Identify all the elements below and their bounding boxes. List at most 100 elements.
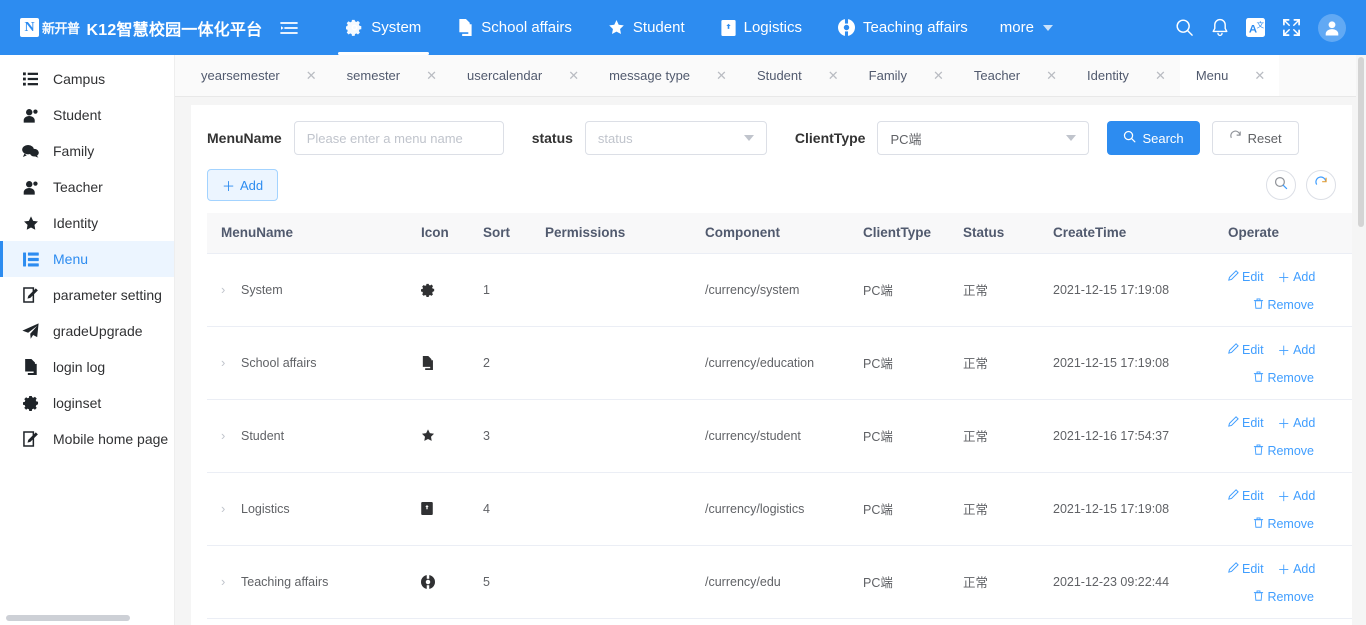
edit-link[interactable]: Edit (1228, 562, 1264, 576)
remove-link[interactable]: Remove (1253, 517, 1314, 531)
tab-menu[interactable]: Menu ✕ (1180, 55, 1279, 96)
avatar[interactable] (1318, 14, 1346, 42)
expand-row-icon[interactable]: › (221, 574, 231, 589)
collapse-menu-icon[interactable] (280, 20, 298, 36)
table-row[interactable]: › System 1 /currency/sys (207, 253, 1352, 326)
status-label: status (532, 130, 573, 146)
sidebar-item-mobile-home-page[interactable]: Mobile home page (0, 421, 174, 457)
sidebar-item-student[interactable]: Student (0, 97, 174, 133)
close-icon[interactable]: ✕ (568, 69, 579, 82)
nav-item-student[interactable]: Student (590, 0, 703, 55)
cell-operate: Edit ＋ Add (1214, 253, 1352, 326)
tab-usercalendar[interactable]: usercalendar ✕ (451, 55, 593, 96)
table-body: › System 1 /currency/sys (207, 253, 1352, 618)
sidebar-item-campus[interactable]: Campus (0, 61, 174, 97)
add-link-label: Add (1293, 489, 1315, 503)
nav-item-teaching-affairs[interactable]: Teaching affairs (820, 0, 986, 55)
scrollbar-thumb[interactable] (1358, 57, 1364, 227)
tab-message-type[interactable]: message type ✕ (593, 55, 741, 96)
clienttype-select[interactable]: PC端 (877, 121, 1089, 155)
plus-icon: ＋ (1278, 267, 1291, 286)
table-row[interactable]: › Teaching affairs 5 /cu (207, 545, 1352, 618)
column-header-sort: Sort (469, 213, 531, 253)
sidebar-item-loginset[interactable]: loginset (0, 385, 174, 421)
chat-icon (22, 144, 39, 158)
remove-link[interactable]: Remove (1253, 371, 1314, 385)
menuname-input[interactable] (294, 121, 504, 155)
status-select[interactable]: status (585, 121, 767, 155)
refresh-button[interactable] (1306, 170, 1336, 200)
close-icon[interactable]: ✕ (306, 69, 317, 82)
tab-semester[interactable]: semester ✕ (331, 55, 451, 96)
close-icon[interactable]: ✕ (716, 69, 727, 82)
close-icon[interactable]: ✕ (426, 69, 437, 82)
search-icon[interactable] (1175, 18, 1194, 37)
table-row[interactable]: › Logistics 4 /currency/ (207, 472, 1352, 545)
sidebar-item-parameter-setting[interactable]: parameter setting (0, 277, 174, 313)
tab-yearsemester[interactable]: yearsemester ✕ (185, 55, 331, 96)
tab-label: Menu (1196, 68, 1229, 83)
nav-item-school-affairs[interactable]: School affairs (439, 0, 590, 55)
sidebar-item-menu[interactable]: Menu (0, 241, 174, 277)
sidebar-item-family[interactable]: Family (0, 133, 174, 169)
sidebar-item-label: Family (53, 143, 94, 159)
nav-more-label: more (1000, 19, 1034, 36)
tab-teacher[interactable]: Teacher ✕ (958, 55, 1071, 96)
edit-link[interactable]: Edit (1228, 416, 1264, 430)
edit-link[interactable]: Edit (1228, 343, 1264, 357)
tab-student[interactable]: Student ✕ (741, 55, 853, 96)
add-link[interactable]: ＋ Add (1278, 340, 1316, 359)
add-link[interactable]: ＋ Add (1278, 267, 1316, 286)
close-icon[interactable]: ✕ (1254, 69, 1265, 82)
pencil-icon (1228, 270, 1239, 284)
close-icon[interactable]: ✕ (933, 69, 944, 82)
add-link[interactable]: ＋ Add (1278, 413, 1316, 432)
cell-operate: Edit ＋ Add (1214, 326, 1352, 399)
close-icon[interactable]: ✕ (828, 69, 839, 82)
reset-button[interactable]: Reset (1212, 121, 1299, 155)
remove-link[interactable]: Remove (1253, 444, 1314, 458)
translate-icon[interactable]: A文 (1246, 18, 1265, 37)
sidebar-item-teacher[interactable]: Teacher (0, 169, 174, 205)
bell-icon[interactable] (1211, 18, 1229, 37)
svg-text:文: 文 (1256, 20, 1264, 30)
edit-link[interactable]: Edit (1228, 489, 1264, 503)
page-vertical-scrollbar[interactable] (1356, 55, 1366, 625)
search-button[interactable]: Search (1107, 121, 1199, 155)
sidebar-item-identity[interactable]: Identity (0, 205, 174, 241)
expand-row-icon[interactable]: › (221, 355, 231, 370)
chevron-down-icon (1043, 25, 1053, 31)
nav-item-logistics[interactable]: Logistics (703, 0, 820, 55)
remove-link[interactable]: Remove (1253, 590, 1314, 604)
table-row[interactable]: › Student 3 /currency/st (207, 399, 1352, 472)
edit-square-icon (22, 287, 39, 303)
search-toggle-button[interactable] (1266, 170, 1296, 200)
nav-more-dropdown[interactable]: more (986, 19, 1067, 36)
expand-row-icon[interactable]: › (221, 282, 231, 297)
search-icon (1274, 176, 1288, 195)
tab-identity[interactable]: Identity ✕ (1071, 55, 1180, 96)
remove-link[interactable]: Remove (1253, 298, 1314, 312)
close-icon[interactable]: ✕ (1155, 69, 1166, 82)
expand-row-icon[interactable]: › (221, 501, 231, 516)
edit-link[interactable]: Edit (1228, 270, 1264, 284)
add-button[interactable]: ＋ Add (207, 169, 278, 201)
sidebar-item-label: parameter setting (53, 287, 162, 303)
column-header-menuname: MenuName (207, 213, 407, 253)
sidebar-item-gradeupgrade[interactable]: gradeUpgrade (0, 313, 174, 349)
remove-link-label: Remove (1267, 298, 1314, 312)
fullscreen-icon[interactable] (1282, 18, 1301, 37)
tab-family[interactable]: Family ✕ (853, 55, 958, 96)
add-link[interactable]: ＋ Add (1278, 559, 1316, 578)
sidebar-item-login-log[interactable]: login log (0, 349, 174, 385)
expand-row-icon[interactable]: › (221, 428, 231, 443)
nav-item-system[interactable]: System (328, 0, 439, 55)
cell-status: 正常 (949, 326, 1039, 399)
table-row[interactable]: › School affairs 2 /curr (207, 326, 1352, 399)
add-link[interactable]: ＋ Add (1278, 486, 1316, 505)
edit-link-label: Edit (1242, 416, 1264, 430)
add-link-label: Add (1293, 270, 1315, 284)
close-icon[interactable]: ✕ (1046, 69, 1057, 82)
sidebar-horizontal-scrollbar[interactable] (6, 615, 130, 621)
clienttype-label: ClientType (795, 130, 866, 146)
